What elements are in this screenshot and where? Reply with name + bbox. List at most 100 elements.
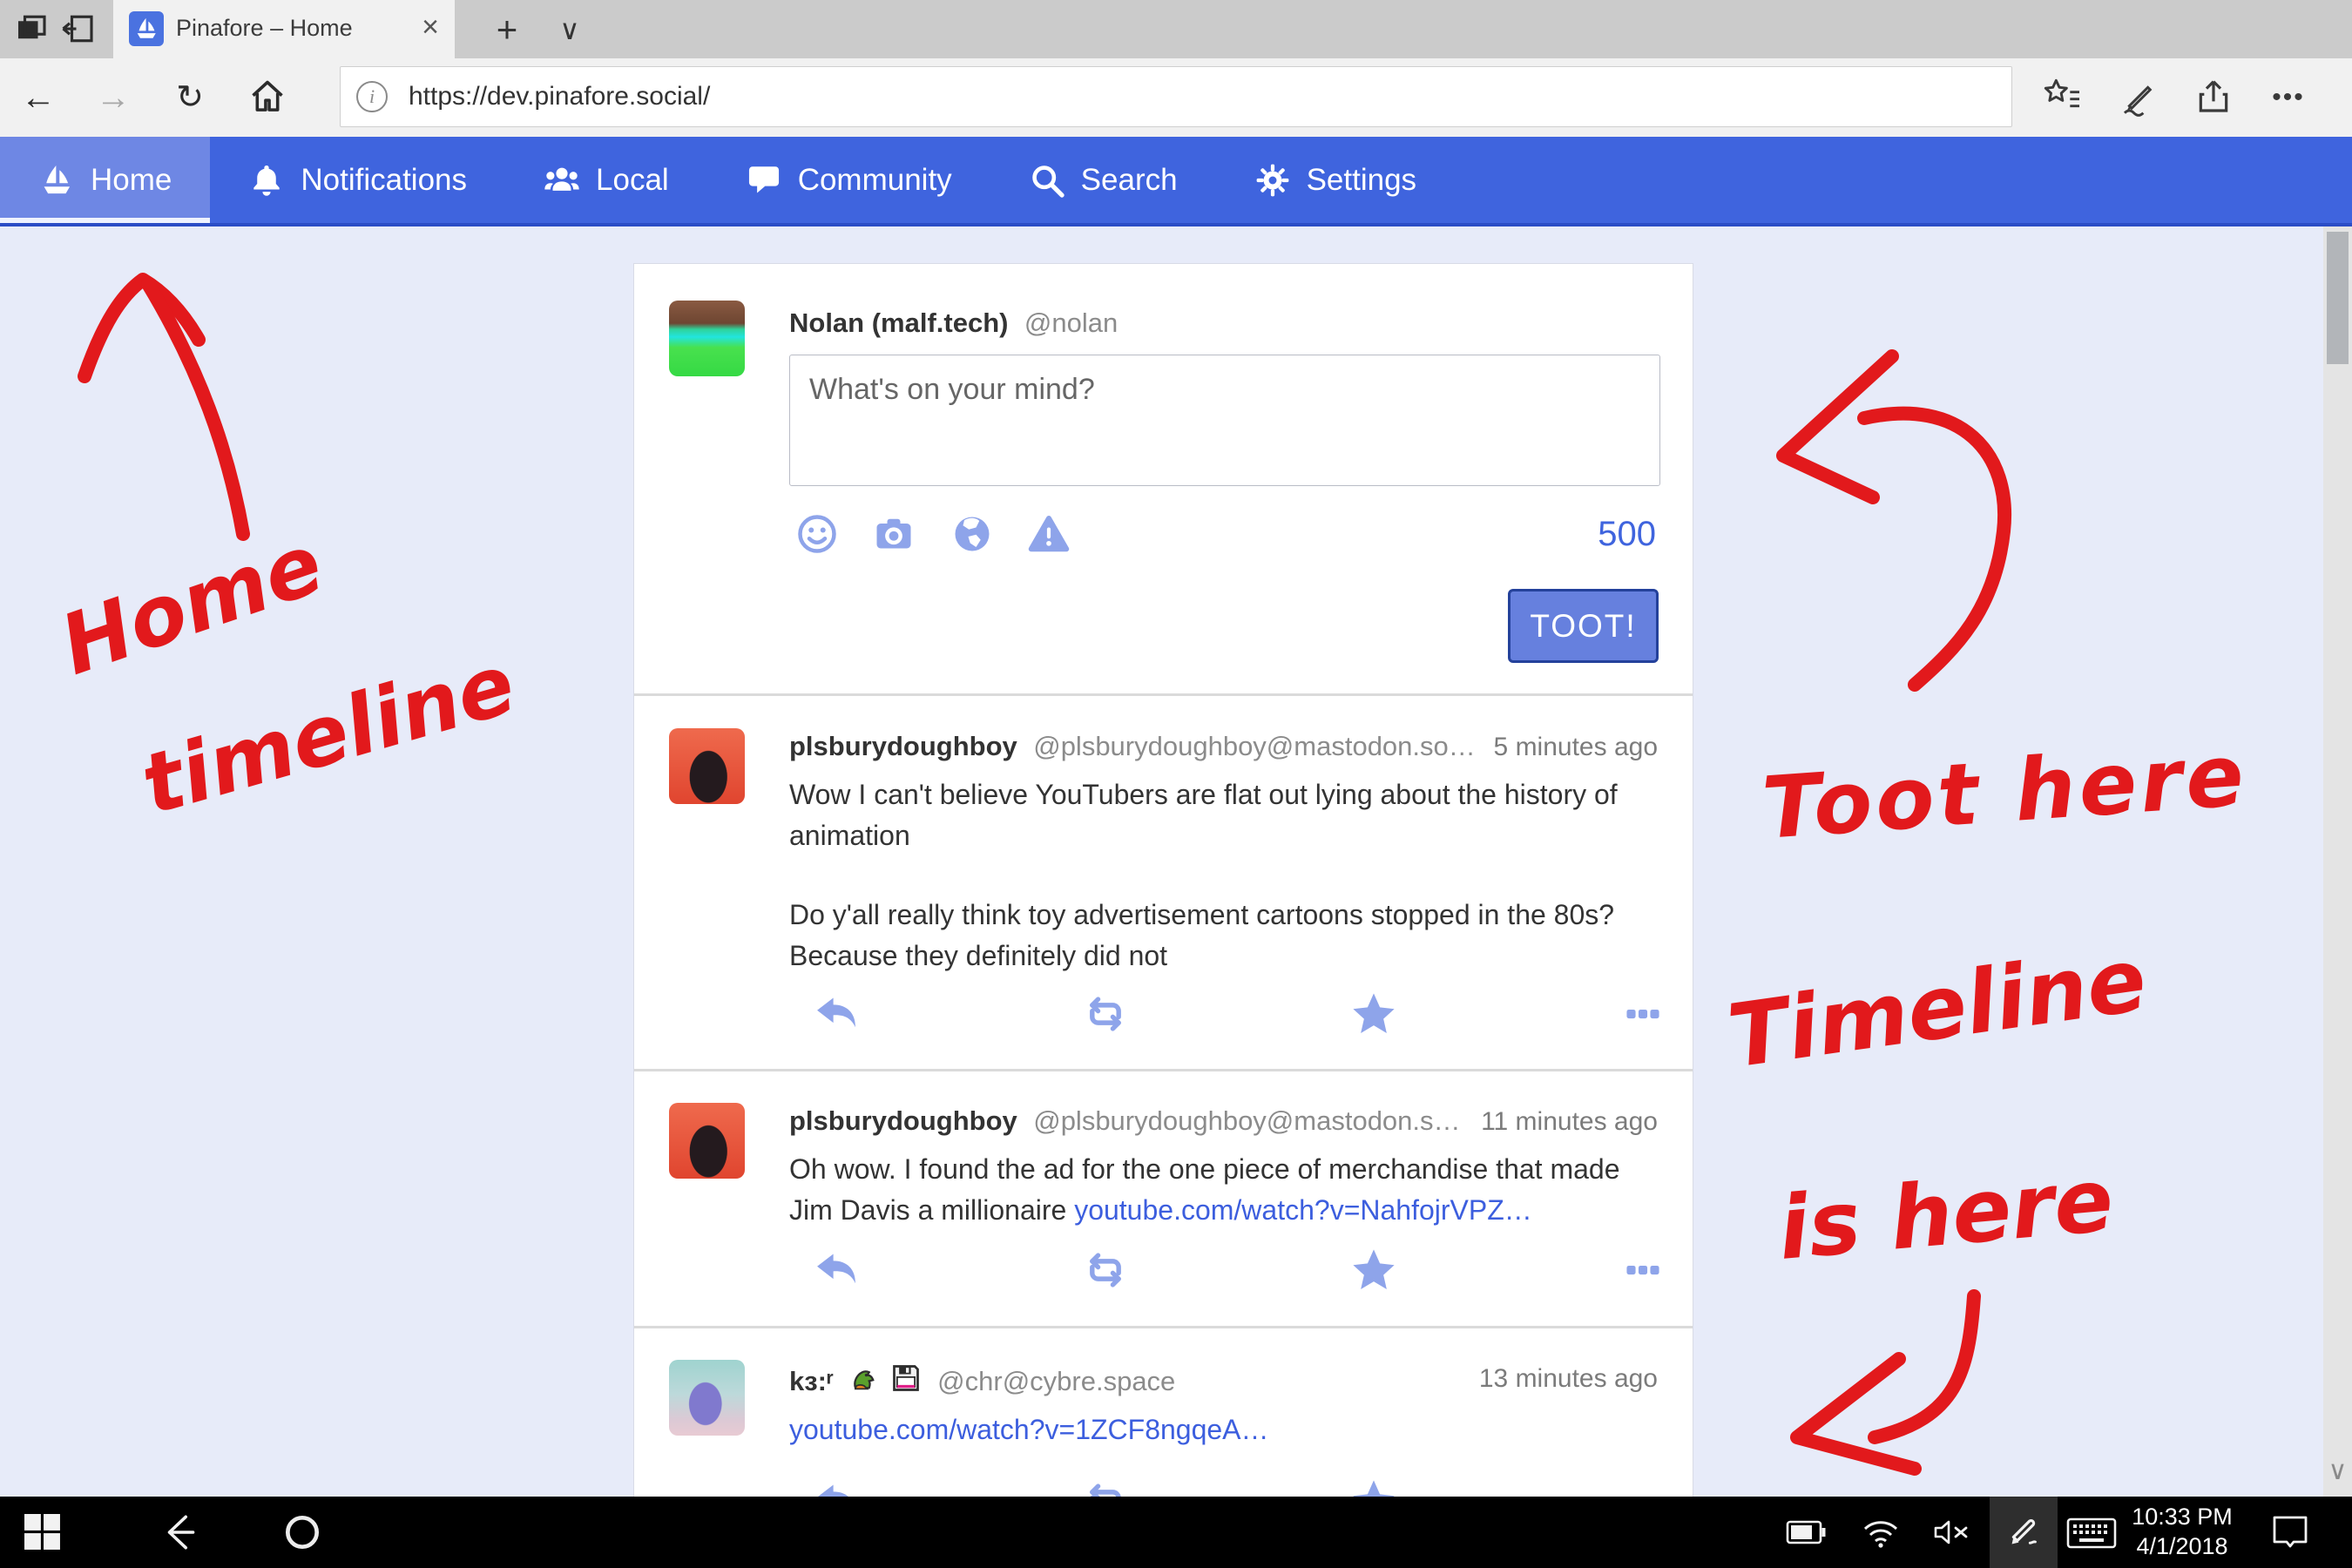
post-body: Oh wow. I found the ad for the one piece… <box>789 1149 1660 1231</box>
search-icon <box>1029 162 1065 199</box>
timeline-column: Nolan (malf.tech) @nolan 500 TOOT! <box>633 263 1693 1497</box>
tab-preview-chevron-icon[interactable]: ∨ <box>544 0 596 58</box>
favorite-star-icon[interactable] <box>1350 1477 1397 1497</box>
settings-more-icon[interactable]: ••• <box>2265 74 2312 121</box>
nav-tab-local[interactable]: Local <box>505 137 707 223</box>
nav-label: Search <box>1081 163 1178 198</box>
nav-tab-settings[interactable]: Settings <box>1216 137 1455 223</box>
share-icon[interactable] <box>2190 74 2237 121</box>
emoji-picker-icon[interactable] <box>796 513 838 555</box>
post-avatar[interactable] <box>669 1103 745 1179</box>
favorites-hub-icon[interactable] <box>2038 74 2085 121</box>
post-actions <box>813 1247 1666 1294</box>
nav-label: Notifications <box>301 163 467 198</box>
pinafore-favicon <box>129 11 164 46</box>
toot-post[interactable]: kз:ʳ @chr@cybre.space 13 minutes ago you… <box>634 1331 1693 1497</box>
address-bar[interactable]: i <box>340 66 2012 127</box>
pinafore-nav: Home Notifications Local Community Searc… <box>0 137 2352 226</box>
speech-bubble-icon <box>746 162 782 199</box>
browser-tab[interactable]: Pinafore – Home × <box>113 0 455 58</box>
tab-title: Pinafore – Home <box>176 15 353 42</box>
compose-input[interactable] <box>789 355 1660 486</box>
post-actions <box>813 990 1666 1037</box>
taskbar-clock[interactable]: 10:33 PM 4/1/2018 <box>2117 1502 2247 1561</box>
back-icon[interactable]: ← <box>12 58 64 137</box>
post-handle[interactable]: @plsburydoughboy@mastodon.s… <box>1033 1105 1460 1136</box>
nav-label: Settings <box>1307 163 1416 198</box>
post-avatar[interactable] <box>669 728 745 804</box>
tabs-set-aside-icon[interactable] <box>12 10 51 49</box>
browser-tab-bar: Pinafore – Home × + ∨ <box>0 0 2352 58</box>
windows-ink-pen-icon[interactable] <box>1990 1497 2058 1568</box>
start-button-icon[interactable] <box>24 1514 61 1553</box>
scrollbar-down-chevron-icon[interactable]: ∨ <box>2323 1458 2352 1484</box>
clock-time: 10:33 PM <box>2117 1502 2247 1531</box>
post-paragraph: Wow I can't believe YouTubers are flat o… <box>789 774 1660 856</box>
browser-scrollbar[interactable]: ∨ <box>2323 226 2352 1497</box>
pinafore-home-timeline-page: Nolan (malf.tech) @nolan 500 TOOT! <box>0 226 2352 1497</box>
toot-post[interactable]: plsburydoughboy @plsburydoughboy@mastodo… <box>634 1074 1693 1326</box>
post-paragraph: Do y'all really think toy advertisement … <box>789 895 1660 977</box>
new-tab-icon[interactable]: + <box>481 0 533 58</box>
reply-icon[interactable] <box>813 1247 860 1294</box>
more-options-icon[interactable] <box>1619 990 1666 1037</box>
post-handle[interactable]: @plsburydoughboy@mastodon.so… <box>1033 731 1476 761</box>
nav-tab-notifications[interactable]: Notifications <box>210 137 505 223</box>
battery-icon[interactable] <box>1786 1519 1828 1550</box>
post-actions <box>813 1477 1666 1497</box>
divider <box>634 1326 1693 1328</box>
bell-icon <box>248 162 285 199</box>
wifi-icon[interactable] <box>1861 1516 1901 1553</box>
refresh-icon[interactable]: ↻ <box>164 58 216 137</box>
clock-date: 4/1/2018 <box>2117 1531 2247 1561</box>
nav-tab-search[interactable]: Search <box>990 137 1216 223</box>
compose-handle: @nolan <box>1024 308 1118 338</box>
divider <box>634 1069 1693 1071</box>
home-icon[interactable] <box>244 74 291 121</box>
set-tabs-aside-icon[interactable] <box>59 10 98 49</box>
compose-avatar[interactable] <box>669 301 745 376</box>
volume-muted-icon[interactable] <box>1932 1517 1972 1551</box>
web-note-pen-icon[interactable] <box>2115 74 2162 121</box>
youtube-link[interactable]: youtube.com/watch?v=NahfojrVPZ… <box>1074 1194 1532 1226</box>
boost-icon[interactable] <box>1082 990 1129 1037</box>
nav-label: Community <box>798 163 952 198</box>
post-display-name[interactable]: kз:ʳ <box>789 1366 834 1396</box>
nav-tab-home[interactable]: Home <box>0 137 210 223</box>
nav-tab-community[interactable]: Community <box>707 137 990 223</box>
nav-label: Local <box>596 163 669 198</box>
toot-post[interactable]: plsburydoughboy @plsburydoughboy@mastodo… <box>634 698 1693 1069</box>
tab-close-icon[interactable]: × <box>422 10 439 44</box>
site-info-icon[interactable]: i <box>356 81 388 112</box>
youtube-link[interactable]: youtube.com/watch?v=1ZCF8ngqeA… <box>789 1414 1269 1445</box>
boost-icon[interactable] <box>1082 1477 1129 1497</box>
upload-media-icon[interactable] <box>873 513 915 555</box>
scrollbar-thumb[interactable] <box>2327 232 2349 364</box>
touch-keyboard-icon[interactable] <box>2066 1517 2117 1553</box>
more-options-icon[interactable] <box>1619 1247 1666 1294</box>
toot-button[interactable]: TOOT! <box>1508 589 1659 663</box>
divider <box>634 693 1693 696</box>
url-input[interactable] <box>407 81 2011 112</box>
favorite-star-icon[interactable] <box>1350 1247 1397 1294</box>
more-options-icon[interactable] <box>1619 1477 1666 1497</box>
boost-icon[interactable] <box>1082 1247 1129 1294</box>
char-counter: 500 <box>1598 515 1656 554</box>
post-handle[interactable]: @chr@cybre.space <box>937 1366 1175 1396</box>
post-timestamp: 5 minutes ago <box>1494 733 1658 762</box>
taskbar-back-icon[interactable] <box>159 1511 202 1557</box>
post-privacy-globe-icon[interactable] <box>951 513 993 555</box>
favorite-star-icon[interactable] <box>1350 990 1397 1037</box>
cortana-search-icon[interactable] <box>280 1511 324 1557</box>
post-display-name[interactable]: plsburydoughboy <box>789 731 1017 761</box>
nav-label: Home <box>91 163 172 198</box>
post-display-name[interactable]: plsburydoughboy <box>789 1105 1017 1136</box>
post-avatar[interactable] <box>669 1360 745 1436</box>
people-icon <box>544 162 580 199</box>
content-warning-icon[interactable] <box>1028 513 1070 555</box>
action-center-icon[interactable] <box>2270 1514 2310 1553</box>
reply-icon[interactable] <box>813 990 860 1037</box>
forward-icon[interactable]: → <box>87 58 139 137</box>
reply-icon[interactable] <box>813 1477 860 1497</box>
browser-toolbar: ← → ↻ i ••• <box>0 58 2352 138</box>
